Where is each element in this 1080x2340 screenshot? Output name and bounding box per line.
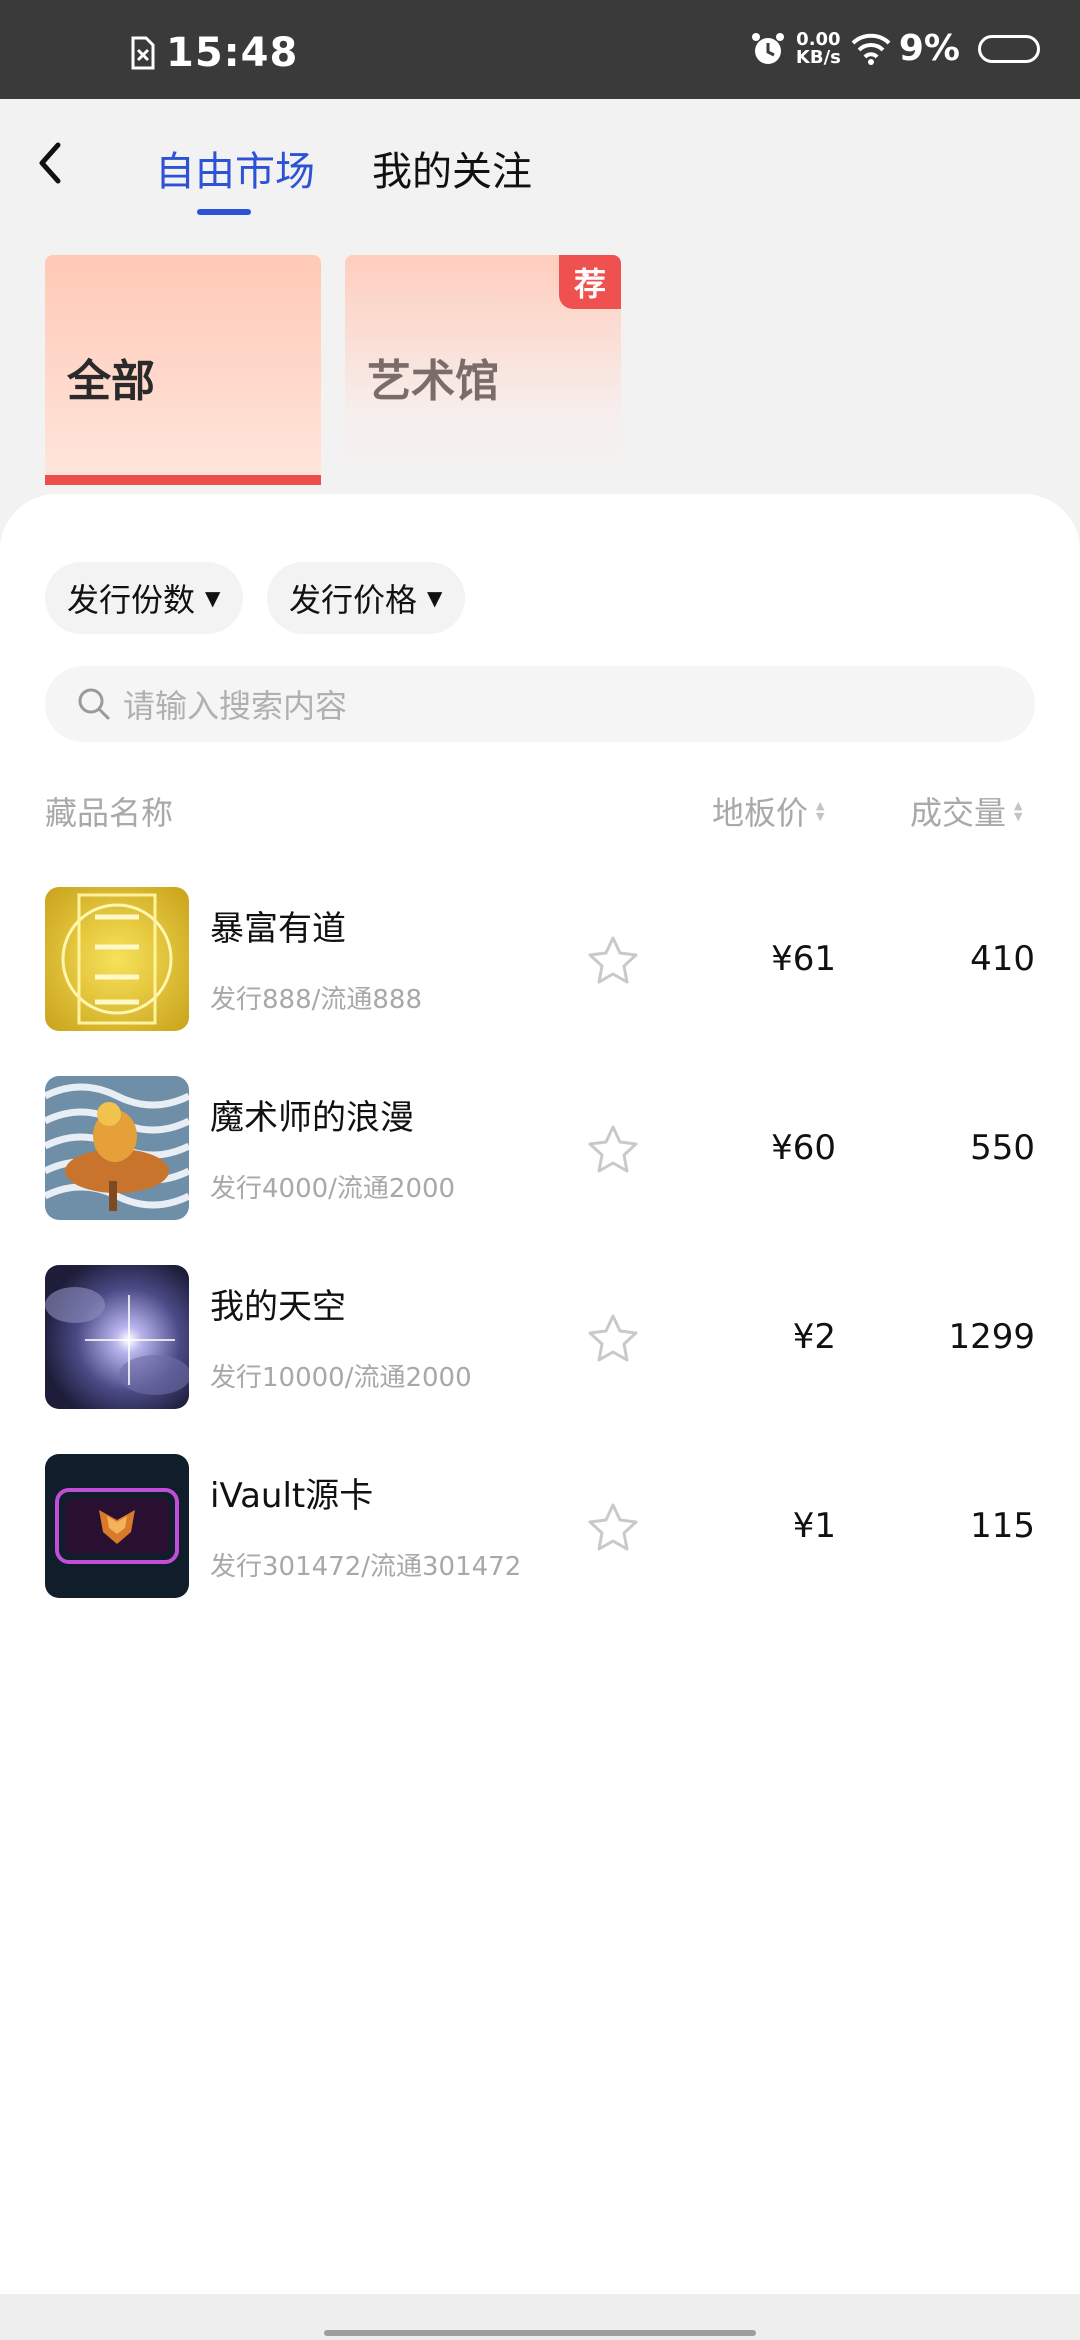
column-header-volume[interactable]: 成交量 ▲ ▼ xyxy=(910,788,1022,834)
caret-down-icon: ▼ xyxy=(427,586,443,610)
filter-issue-price[interactable]: 发行价格 ▼ xyxy=(267,562,465,634)
trade-volume: 1299 xyxy=(948,1317,1035,1357)
floor-price: ¥2 xyxy=(792,1317,836,1357)
sort-icon: ▲ ▼ xyxy=(816,799,825,823)
collectible-row[interactable]: 魔术师的浪漫 发行4000/流通2000 ¥60 550 xyxy=(0,1076,1080,1226)
collectible-row[interactable]: 我的天空 发行10000/流通2000 ¥2 1299 xyxy=(0,1265,1080,1415)
status-time: 15:48 xyxy=(166,30,299,76)
status-left: 15:48 xyxy=(130,30,298,76)
collectible-thumbnail xyxy=(45,1265,189,1409)
floor-price: ¥1 xyxy=(792,1506,836,1546)
star-icon[interactable] xyxy=(586,1124,640,1176)
category-all-label: 全部 xyxy=(67,356,155,407)
back-icon[interactable] xyxy=(28,135,78,191)
search-icon xyxy=(78,688,110,720)
sort-icon: ▲ ▼ xyxy=(1014,799,1023,823)
recommended-badge: 荐 xyxy=(559,255,621,309)
battery-percent: 9% xyxy=(898,28,960,69)
collectible-name: 魔术师的浪漫 xyxy=(210,1098,414,1138)
network-speed-unit: KB/s xyxy=(795,46,841,68)
status-bar: 15:48 0.00 KB/s 9% xyxy=(0,0,1080,99)
star-icon[interactable] xyxy=(586,935,640,987)
market-panel: 发行份数 ▼ 发行价格 ▼ 请输入搜索内容 藏品名称 地板价 ▲ ▼ 成交量 ▲ ▼ xyxy=(0,494,1080,2294)
active-tab-indicator xyxy=(197,209,251,215)
trade-volume: 410 xyxy=(970,939,1035,979)
alarm-icon xyxy=(751,32,784,64)
collectible-name: iVault源卡 xyxy=(210,1476,374,1516)
header: 自由市场 我的关注 xyxy=(0,99,1080,229)
floor-price: ¥60 xyxy=(771,1128,836,1168)
trade-volume: 550 xyxy=(970,1128,1035,1168)
filter-issue-quantity-label: 发行份数 xyxy=(67,581,196,619)
category-all[interactable]: 全部 xyxy=(45,255,321,485)
search-input[interactable]: 请输入搜索内容 xyxy=(45,666,1035,742)
collectible-thumbnail xyxy=(45,1076,189,1220)
collectible-issue-info: 发行10000/流通2000 xyxy=(210,1363,472,1393)
home-indicator[interactable] xyxy=(324,2330,756,2336)
category-selected-bar xyxy=(45,475,321,485)
floor-price: ¥61 xyxy=(771,939,836,979)
collectible-row[interactable]: 暴富有道 发行888/流通888 ¥61 410 xyxy=(0,887,1080,1037)
collectible-name: 我的天空 xyxy=(210,1287,346,1327)
sim-missing-icon xyxy=(131,36,155,70)
tab-free-market[interactable]: 自由市场 xyxy=(155,139,315,197)
collectible-issue-info: 发行4000/流通2000 xyxy=(210,1174,456,1204)
collectible-issue-info: 发行301472/流通301472 xyxy=(210,1552,522,1582)
wifi-icon xyxy=(851,33,891,65)
collectible-issue-info: 发行888/流通888 xyxy=(210,985,423,1015)
collectible-name: 暴富有道 xyxy=(210,909,346,949)
category-art-gallery-label: 艺术馆 xyxy=(367,356,499,407)
battery-icon xyxy=(978,34,1040,63)
star-icon[interactable] xyxy=(586,1313,640,1365)
system-nav-bar xyxy=(0,2294,1080,2340)
filter-issue-price-label: 发行价格 xyxy=(289,581,418,619)
star-icon[interactable] xyxy=(586,1502,640,1554)
filter-issue-quantity[interactable]: 发行份数 ▼ xyxy=(45,562,243,634)
collectible-thumbnail xyxy=(45,1454,189,1598)
status-right: 0.00 KB/s 9% xyxy=(750,28,1040,69)
caret-down-icon: ▼ xyxy=(205,586,221,610)
network-speed: 0.00 KB/s xyxy=(795,28,841,68)
column-header-floor-price[interactable]: 地板价 ▲ ▼ xyxy=(712,788,824,834)
trade-volume: 115 xyxy=(970,1506,1035,1546)
column-header-name-label: 藏品名称 xyxy=(45,794,174,832)
column-header-floor-price-label: 地板价 xyxy=(712,794,809,832)
network-speed-value: 0.00 xyxy=(796,28,841,50)
collectible-row[interactable]: iVault源卡 发行301472/流通301472 ¥1 115 xyxy=(0,1454,1080,1604)
category-art-gallery[interactable]: 艺术馆 荐 xyxy=(345,255,621,485)
tab-my-follows[interactable]: 我的关注 xyxy=(372,139,532,197)
column-header-volume-label: 成交量 xyxy=(910,794,1007,832)
search-placeholder: 请输入搜索内容 xyxy=(123,687,348,725)
collectible-thumbnail xyxy=(45,887,189,1031)
column-header-name: 藏品名称 xyxy=(45,788,173,834)
